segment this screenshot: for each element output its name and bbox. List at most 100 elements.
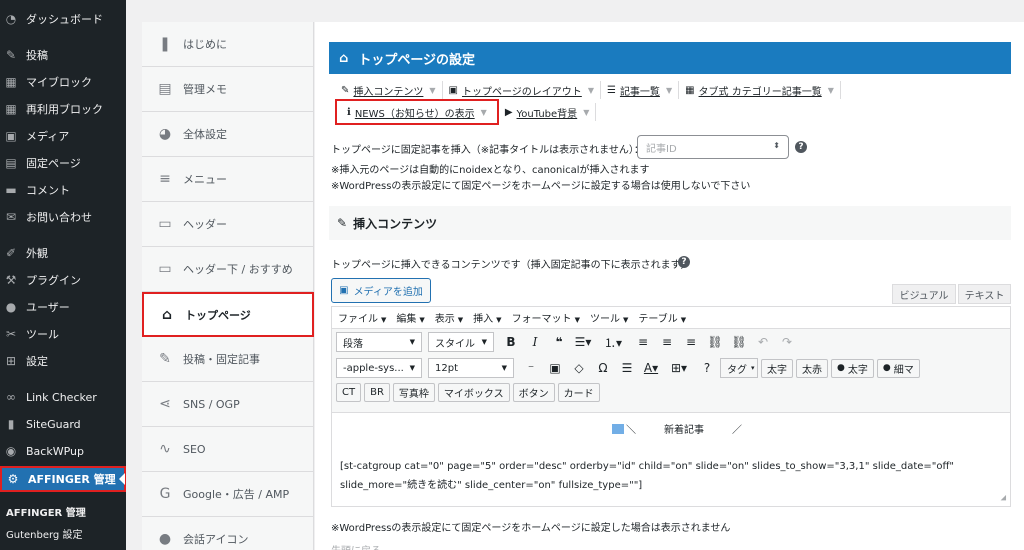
admin-menu-item[interactable]: ▤ 固定ページ xyxy=(0,150,126,176)
plugin-menu-item[interactable]: ✎ 投稿・固定記事 xyxy=(142,337,314,382)
help-icon[interactable]: ? xyxy=(696,358,718,378)
admin-submenu-item[interactable]: Gutenberg 設定 xyxy=(6,526,82,541)
admin-menu-item[interactable]: ∞ Link Checker xyxy=(0,384,126,410)
admin-menu-label: SiteGuard xyxy=(26,417,81,431)
italic-icon[interactable]: I xyxy=(524,332,546,352)
editor-menu-item[interactable]: テーブル ▼ xyxy=(638,310,686,325)
plugin-menu-item[interactable]: ❚ はじめに xyxy=(142,22,314,67)
beginner-icon: ❚ xyxy=(159,36,171,52)
redo-icon[interactable]: ↷ xyxy=(776,332,798,352)
plugin-menu-item[interactable]: ∿ SEO xyxy=(142,427,314,472)
caret-icon: ▼ xyxy=(481,338,487,346)
special-char-icon[interactable]: Ω xyxy=(592,358,614,378)
quicktag-button[interactable]: BR xyxy=(364,382,390,402)
admin-menu-item[interactable]: ✐ 外観 xyxy=(0,240,126,266)
text-color-icon[interactable]: A▾ xyxy=(640,358,662,378)
plugin-menu-item[interactable]: ▭ ヘッダー xyxy=(142,202,314,247)
admin-menu-item[interactable]: ⊞ 設定 xyxy=(0,348,126,374)
resize-handle-icon[interactable]: ◢ xyxy=(1001,493,1006,503)
plugin-menu-item[interactable]: ▭ ヘッダー下 / おすすめ xyxy=(142,247,314,292)
admin-menu-item[interactable]: ▬ コメント xyxy=(0,177,126,203)
speech-bold-button[interactable]: ● 太字 xyxy=(831,358,874,378)
tag-select[interactable]: タグ ▾ xyxy=(720,358,758,378)
post-id-input[interactable]: 記事ID ⬍ xyxy=(637,135,789,159)
settings-tab[interactable]: ☰ 記事一覧 ▼ xyxy=(601,81,680,99)
format-select[interactable]: 段落 ▼ xyxy=(336,332,422,352)
editor-menu-item[interactable]: ツール ▼ xyxy=(590,310,628,325)
tab-label: トップページのレイアウト xyxy=(462,86,582,98)
settings-tab[interactable]: ▦ タブ式 カテゴリー記事一覧 ▼ xyxy=(679,81,841,99)
bold-red-button[interactable]: 太赤 xyxy=(796,358,828,378)
help-icon[interactable]: ? xyxy=(795,141,807,153)
rich-text-editor[interactable]: ファイル ▼ 編集 ▼ 表示 ▼ 挿入 ▼ フォーマット ▼ ツール ▼ テーブル ▼ 段落 ▼ スタイル ▼… xyxy=(331,306,1011,507)
bold-icon[interactable]: B xyxy=(500,332,522,352)
horizontal-rule-icon[interactable]: ⁻ xyxy=(520,358,542,378)
text-tab[interactable]: テキスト xyxy=(958,284,1011,304)
editor-menu-item[interactable]: 挿入 ▼ xyxy=(473,310,501,325)
align-center-icon[interactable]: ≡ xyxy=(656,332,678,352)
font-size-select[interactable]: 12pt ▼ xyxy=(428,358,514,378)
bullet-list-icon[interactable]: ☰▾ xyxy=(572,332,594,352)
tab-icon: ✎ xyxy=(341,84,350,96)
quicktag-button[interactable]: 写真枠 xyxy=(392,382,435,402)
spinner-arrows-icon[interactable]: ⬍ xyxy=(773,141,780,150)
plugin-menu-item[interactable]: G Google・広告 / AMP xyxy=(142,472,314,517)
chevron-down-icon: ▼ xyxy=(587,85,594,95)
chat-icon: ● xyxy=(158,531,172,547)
admin-menu-item[interactable]: ▦ 再利用ブロック xyxy=(0,96,126,122)
settings-tab[interactable]: ▶ YouTube背景 ▼ xyxy=(499,103,597,121)
admin-submenu-item[interactable]: AFFINGER 管理 xyxy=(6,504,86,519)
visual-tab[interactable]: ビジュアル xyxy=(892,284,956,304)
quicktag-button[interactable]: マイボックス xyxy=(437,382,510,402)
toolbar-row-1: 段落 ▼ スタイル ▼ B I ❝ ☰▾ ⒈▾ ≡ ≡ ≡ ⛓ ⛓ ↶ ↷ xyxy=(336,331,800,353)
admin-menu-item[interactable]: ✉ お問い合わせ xyxy=(0,204,126,230)
admin-menu-item[interactable]: ▦ マイブロック xyxy=(0,69,126,95)
admin-menu-item[interactable]: ◉ BackWPup xyxy=(0,438,126,464)
caret-icon: ▼ xyxy=(381,316,387,324)
align-left-icon[interactable]: ≡ xyxy=(632,332,654,352)
admin-menu-item[interactable]: ● ユーザー xyxy=(0,294,126,320)
undo-icon[interactable]: ↶ xyxy=(752,332,774,352)
unlink-icon[interactable]: ⛓ xyxy=(728,332,750,352)
plugin-menu-item[interactable]: ▤ 管理メモ xyxy=(142,67,314,112)
admin-menu-item[interactable]: ◔ ダッシュボード xyxy=(0,6,126,32)
admin-menu-item[interactable]: ⚒ プラグイン xyxy=(0,267,126,293)
settings-tab[interactable]: ▣ トップページのレイアウト ▼ xyxy=(443,81,601,99)
eraser-icon[interactable]: ◇ xyxy=(568,358,590,378)
plugin-menu-item[interactable]: ◕ 全体設定 xyxy=(142,112,314,157)
plugin-menu-item[interactable]: ⌂ トップページ xyxy=(142,292,314,337)
numbered-list-icon[interactable]: ⒈▾ xyxy=(602,332,624,352)
admin-menu-item[interactable]: ▣ メディア xyxy=(0,123,126,149)
blockquote-icon[interactable]: ❝ xyxy=(548,332,570,352)
help-icon[interactable]: ? xyxy=(678,256,690,268)
speech-marker-button[interactable]: ● 細マ xyxy=(876,358,920,378)
bold-text-button[interactable]: 太字 xyxy=(761,358,793,378)
admin-menu-item[interactable]: ✂ ツール xyxy=(0,321,126,347)
editor-menu-item[interactable]: フォーマット ▼ xyxy=(512,310,580,325)
plugin-menu-item[interactable]: ⋖ SNS / OGP xyxy=(142,382,314,427)
quicktag-button[interactable]: ボタン xyxy=(512,382,555,402)
quicktag-button[interactable]: CT xyxy=(336,382,362,402)
align-right-icon[interactable]: ≡ xyxy=(680,332,702,352)
add-media-button[interactable]: ▣ メディアを追加 xyxy=(331,278,431,303)
settings-tab[interactable]: ✎ 挿入コンテンツ ▼ xyxy=(335,81,443,99)
plugin-menu-label: 会話アイコン xyxy=(183,533,249,546)
style-select[interactable]: スタイル ▼ xyxy=(428,332,494,352)
editor-content[interactable]: ＼ 新着記事 ／ [st-catgroup cat="0" page="5" o… xyxy=(332,413,1010,506)
font-family-select[interactable]: -apple-sys... ▼ xyxy=(336,358,422,378)
settings-tab[interactable]: ℹ NEWS（お知らせ）の表示 ▼ xyxy=(335,99,499,125)
link-icon[interactable]: ⛓ xyxy=(704,332,726,352)
outdent-icon[interactable]: ☰ xyxy=(616,358,638,378)
admin-menu-item[interactable]: ⚙ AFFINGER 管理 xyxy=(0,466,126,492)
quicktag-button[interactable]: カード xyxy=(557,382,600,402)
plugin-menu-item[interactable]: ● 会話アイコン xyxy=(142,517,314,550)
table-icon[interactable]: ⊞▾ xyxy=(668,358,690,378)
editor-menu-item[interactable]: 編集 ▼ xyxy=(396,310,424,325)
media-icon: ▣ xyxy=(5,129,17,143)
editor-menu-item[interactable]: ファイル ▼ xyxy=(338,310,386,325)
admin-menu-item[interactable]: ✎ 投稿 xyxy=(0,42,126,68)
plugin-menu-item[interactable]: ≡ メニュー xyxy=(142,157,314,202)
editor-menu-item[interactable]: 表示 ▼ xyxy=(435,310,463,325)
admin-menu-item[interactable]: ▮ SiteGuard xyxy=(0,411,126,437)
paste-text-icon[interactable]: ▣ xyxy=(544,358,566,378)
